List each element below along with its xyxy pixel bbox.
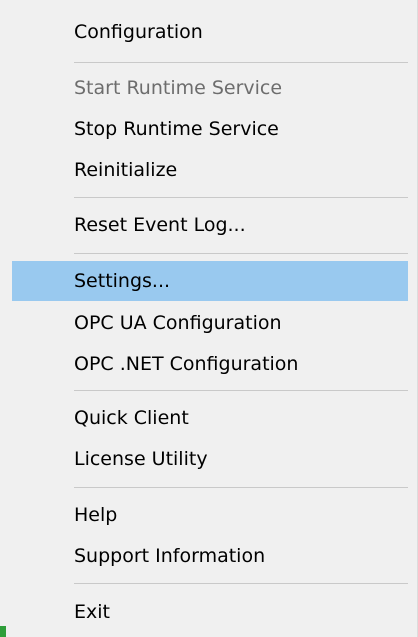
menu-item-label: Settings...	[74, 270, 171, 292]
menu-item-opc-net-configuration[interactable]: OPC .NET Configuration	[12, 344, 408, 384]
menu-item-reinitialize[interactable]: Reinitialize	[12, 150, 408, 190]
menu-separator	[74, 197, 408, 198]
context-menu: Configuration Start Runtime Service Stop…	[0, 0, 418, 637]
menu-item-label: Help	[74, 504, 118, 526]
menu-item-label: Start Runtime Service	[74, 77, 283, 99]
menu-item-label: OPC .NET Configuration	[74, 353, 299, 375]
menu-separator	[74, 583, 408, 584]
menu-item-label: OPC UA Configuration	[74, 312, 282, 334]
menu-item-exit[interactable]: Exit	[12, 592, 408, 632]
menu-separator	[74, 487, 408, 488]
menu-item-stop-runtime-service[interactable]: Stop Runtime Service	[12, 109, 408, 149]
menu-item-start-runtime-service: Start Runtime Service	[12, 68, 408, 108]
menu-item-label: License Utility	[74, 448, 208, 470]
menu-item-opc-ua-configuration[interactable]: OPC UA Configuration	[12, 303, 408, 343]
taskbar-edge-accent	[0, 626, 6, 637]
menu-separator	[74, 253, 408, 254]
menu-item-label: Reset Event Log...	[74, 214, 246, 236]
menu-separator	[74, 390, 408, 391]
menu-item-license-utility[interactable]: License Utility	[12, 439, 408, 479]
menu-item-label: Exit	[74, 601, 110, 623]
menu-item-configuration[interactable]: Configuration	[12, 12, 408, 52]
menu-separator	[74, 62, 408, 63]
menu-item-help[interactable]: Help	[12, 495, 408, 535]
menu-item-label: Quick Client	[74, 407, 189, 429]
menu-item-label: Reinitialize	[74, 159, 178, 181]
menu-item-support-information[interactable]: Support Information	[12, 536, 408, 576]
menu-item-quick-client[interactable]: Quick Client	[12, 398, 408, 438]
menu-item-label: Stop Runtime Service	[74, 118, 279, 140]
menu-item-settings[interactable]: Settings...	[12, 261, 408, 301]
menu-item-reset-event-log[interactable]: Reset Event Log...	[12, 205, 408, 245]
menu-item-label: Support Information	[74, 545, 266, 567]
menu-item-label: Configuration	[74, 21, 203, 43]
